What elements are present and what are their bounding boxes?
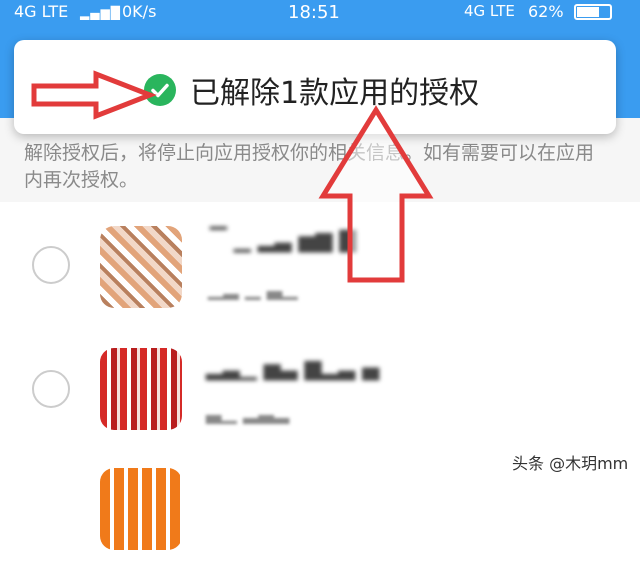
app-name-blurred: ▔ ▁ ▂▃ ▅▆ ▇	[210, 228, 357, 253]
app-icon-blurred	[100, 348, 182, 430]
list-item[interactable]: ▔ ▁ ▂▃ ▅▆ ▇ ▁▂ ▁ ▃▁	[0, 206, 640, 326]
select-radio[interactable]	[32, 246, 70, 284]
toast-message: 已解除1款应用的授权	[190, 76, 480, 111]
watermark: 头条 @木玥mm	[512, 454, 629, 473]
check-circle-icon	[144, 74, 176, 106]
list-item[interactable]: ▂▃▁ ▅▃ ▆▂▃ ▄ ▃▁ ▂▃▂	[0, 326, 640, 446]
signal-icon: ▂▄▆█	[80, 6, 121, 20]
network-type-right: 4G LTE	[464, 2, 515, 20]
app-icon-blurred	[100, 226, 182, 308]
clock: 18:51	[288, 2, 340, 23]
info-text: 解除授权后，将停止向应用授权你的相关信息。如有需要可以在应用内再次授权。	[24, 142, 595, 191]
app-subtitle-blurred: ▁▂ ▁ ▃▁	[208, 276, 298, 300]
app-subtitle-blurred: ▃▁ ▂▃▂	[206, 400, 290, 424]
status-bar: 4G LTE ▂▄▆█ 0K/s 18:51 4G LTE 62%	[0, 0, 640, 26]
network-type: 4G LTE	[14, 2, 69, 21]
app-name-blurred: ▂▃▁ ▅▃ ▆▂▃ ▄	[206, 356, 380, 381]
battery-icon	[574, 4, 612, 20]
app-icon-blurred	[100, 468, 182, 550]
select-radio[interactable]	[32, 370, 70, 408]
network-speed: 0K/s	[122, 2, 157, 21]
battery-percent: 62%	[528, 2, 564, 21]
